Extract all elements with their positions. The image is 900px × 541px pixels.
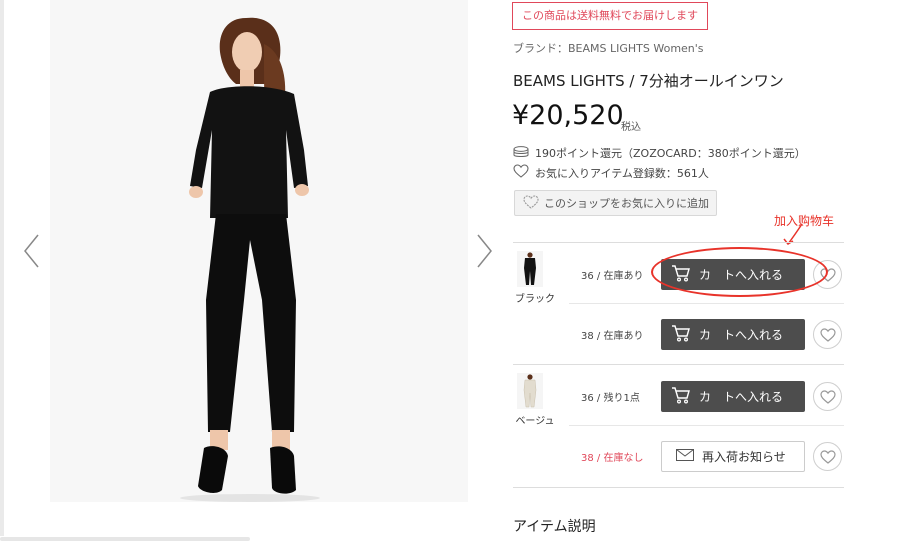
heart-icon	[819, 267, 836, 282]
favorites-count-text: お気に入りアイテム登録数：561人	[535, 166, 709, 180]
tax-label: 税込	[621, 122, 641, 133]
sku-row: ベージュ 36 / 残り1点 カ トへ入れる	[513, 364, 844, 427]
size-stock-status: 36 / 在庫あり	[581, 271, 644, 282]
favorite-item-button[interactable]	[813, 260, 842, 289]
favorite-item-button[interactable]	[813, 442, 842, 471]
favorite-item-button[interactable]	[813, 320, 842, 349]
cart-icon	[671, 264, 691, 285]
size-stock-status: 36 / 残り1点	[581, 393, 640, 404]
add-shop-favorite-label: このショップをお気に入りに追加	[544, 197, 709, 210]
size-stock-status: 38 / 在庫あり	[581, 331, 644, 342]
cart-icon	[671, 386, 691, 407]
gallery-next-button[interactable]	[472, 232, 496, 270]
product-main-image	[50, 0, 468, 502]
mail-icon	[676, 449, 694, 464]
add-to-cart-label: カ トへ入れる	[699, 390, 784, 404]
gallery-prev-button[interactable]	[20, 232, 44, 270]
product-title: BEAMS LIGHTS / 7分袖オールインワン	[513, 72, 784, 90]
points-text: 190ポイント還元（ZOZOCARD：380ポイント還元）	[535, 147, 806, 160]
horizontal-scrollbar[interactable]	[0, 537, 250, 541]
add-to-cart-label: カ トへ入れる	[699, 268, 784, 282]
add-shop-favorite-button[interactable]: このショップをお気に入りに追加	[514, 190, 717, 216]
sku-table: ブラック 36 / 在庫あり カ トへ入れる 38 / 在庫あり カ トへ入れる…	[513, 242, 844, 486]
add-to-cart-button[interactable]: カ トへ入れる	[661, 319, 805, 350]
sku-row: ブラック 36 / 在庫あり カ トへ入れる	[513, 242, 844, 305]
chevron-left-icon	[24, 234, 39, 268]
cart-icon	[671, 324, 691, 345]
heart-icon	[819, 389, 836, 404]
free-shipping-notice: この商品は送料無料でお届けします	[512, 2, 708, 30]
add-to-cart-label: カ トへ入れる	[699, 328, 784, 342]
size-stock-status: 38 / 在庫なし	[581, 453, 644, 464]
favorites-count-info: お気に入りアイテム登録数：561人	[513, 164, 709, 181]
chevron-right-icon	[477, 234, 492, 268]
product-price: ¥20,520	[512, 100, 624, 131]
item-description-heading: アイテム説明	[513, 519, 596, 535]
color-thumbnail-beige[interactable]	[517, 373, 543, 409]
add-to-cart-button[interactable]: カ トへ入れる	[661, 381, 805, 412]
color-thumbnail-black[interactable]	[517, 251, 543, 287]
heart-plus-icon	[523, 194, 539, 212]
brand-link[interactable]: ブランド：BEAMS LIGHTS Women's	[513, 40, 704, 56]
left-edge-bar	[0, 0, 4, 536]
restock-notify-label: 再入荷お知らせ	[702, 450, 786, 464]
restock-notify-button[interactable]: 再入荷お知らせ	[661, 441, 805, 472]
coins-icon	[513, 145, 529, 161]
heart-outline-icon	[513, 164, 529, 181]
divider	[513, 487, 844, 488]
points-info: 190ポイント還元（ZOZOCARD：380ポイント還元）	[513, 145, 806, 161]
heart-icon	[819, 327, 836, 342]
favorite-item-button[interactable]	[813, 382, 842, 411]
sku-row: 38 / 在庫なし 再入荷お知らせ	[513, 425, 844, 486]
add-to-cart-button[interactable]: カ トへ入れる	[661, 259, 805, 290]
sku-row: 38 / 在庫あり カ トへ入れる	[513, 303, 844, 364]
heart-icon	[819, 449, 836, 464]
